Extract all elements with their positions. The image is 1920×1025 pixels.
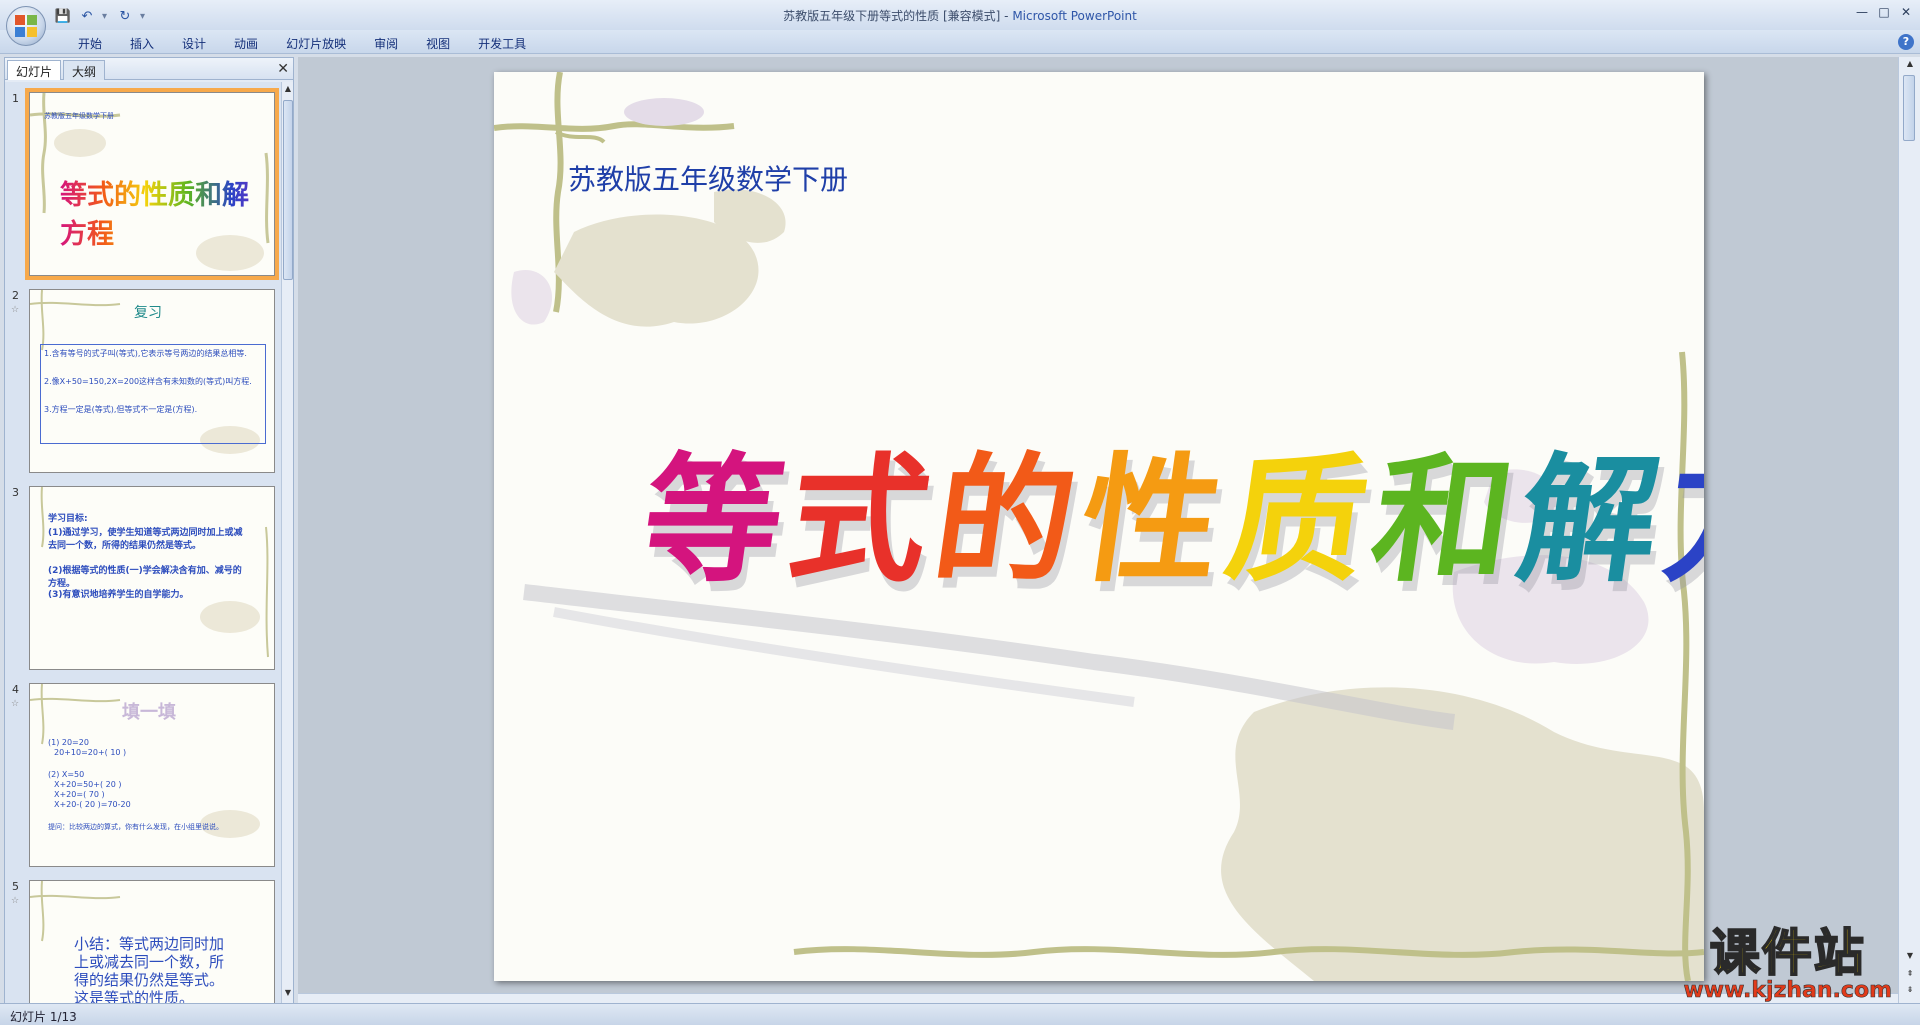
scroll-up-icon[interactable]: ▲ bbox=[282, 84, 294, 98]
slide-thumbnail-4[interactable]: 填一填 (1) 20=20 20+10=20+( 10 ) (2) X=50 X… bbox=[29, 683, 275, 867]
watermark-logo-text: 课件站 bbox=[1709, 924, 1866, 982]
window-title: 苏教版五年级下册等式的性质 [兼容模式] - Microsoft PowerPo… bbox=[0, 7, 1920, 24]
thumb-line: X+20=50+( 20 ) bbox=[54, 780, 122, 789]
thumb-title: 复习 bbox=[134, 305, 162, 321]
app-name: Microsoft PowerPoint bbox=[1012, 9, 1137, 23]
slide-number: 4 bbox=[12, 683, 19, 696]
office-button[interactable] bbox=[6, 6, 46, 46]
thumb-line: X+20-( 20 )=70-20 bbox=[54, 800, 131, 809]
slide-thumbnail-2[interactable]: 复习 1.含有等号的式子叫(等式),它表示等号两边的结果总相等. 2.像X+50… bbox=[29, 289, 275, 473]
tab-slides[interactable]: 幻灯片 bbox=[7, 60, 62, 80]
close-button[interactable]: ✕ bbox=[1898, 4, 1914, 20]
thumb-line: X+20=( 70 ) bbox=[54, 790, 105, 799]
thumb-subtitle: 苏教版五年级数学下册 bbox=[44, 112, 114, 120]
thumbnail-scrollbar[interactable]: ▲ ▼ bbox=[281, 82, 293, 1004]
tab-outline[interactable]: 大纲 bbox=[63, 60, 106, 80]
watermark-url: www.kjzhan.com bbox=[1683, 978, 1892, 1004]
thumb-line: (2) X=50 bbox=[48, 770, 85, 779]
scrollbar-thumb[interactable] bbox=[283, 100, 293, 280]
animation-star-icon: ☆ bbox=[11, 896, 20, 906]
title-char: 的 bbox=[924, 440, 1086, 601]
slide-subtitle[interactable]: 苏教版五年级数学下册 bbox=[568, 158, 848, 198]
thumb-line: 提问：比较两边的算式，你有什么发现，在小组里说说。 bbox=[48, 823, 223, 831]
animation-star-icon: ☆ bbox=[11, 305, 20, 315]
slide-number: 3 bbox=[12, 486, 19, 499]
minimize-button[interactable]: — bbox=[1854, 4, 1870, 20]
scroll-down-icon[interactable]: ▼ bbox=[282, 988, 294, 1002]
window-controls: — □ ✕ bbox=[1854, 4, 1914, 20]
title-separator: - bbox=[1000, 9, 1013, 23]
close-pane-icon[interactable]: ✕ bbox=[277, 61, 289, 77]
thumb-line: 20+10=20+( 10 ) bbox=[54, 748, 127, 757]
site-watermark: 课件站 www.kjzhan.com bbox=[1683, 924, 1892, 1004]
help-icon[interactable]: ? bbox=[1898, 34, 1914, 50]
slide-thumbnail-1[interactable]: 苏教版五年级数学下册 等式的性质和解方程 bbox=[25, 88, 279, 280]
maximize-button[interactable]: □ bbox=[1876, 4, 1892, 20]
scrollbar-thumb[interactable] bbox=[1903, 75, 1915, 141]
title-char: 性 bbox=[1070, 440, 1232, 601]
thumbnail-list: 1 苏教版五年级数学下册 等式的性质和解方程 2 ☆ 复习 1.含有等号的式子叫… bbox=[5, 82, 281, 1004]
thumb-line: (3)有意识地培养学生的自学能力。 bbox=[48, 590, 189, 600]
current-slide[interactable]: 苏教版五年级数学下册 等 式 的 性 质 和 解 方 程 bbox=[494, 72, 1704, 981]
pane-tabs: 幻灯片 大纲 ✕ bbox=[5, 58, 293, 80]
title-char: 和 bbox=[1362, 440, 1524, 601]
status-bar: 幻灯片 1/13 bbox=[0, 1003, 1920, 1025]
scroll-down-icon[interactable]: ▼ bbox=[1904, 951, 1916, 965]
thumb-line: (1)通过学习，使学生知道等式两边同时加上或减去同一个数，所得的结果仍然是等式。 bbox=[48, 528, 243, 551]
thumb-line: 1.含有等号的式子叫(等式),它表示等号两边的结果总相等. bbox=[44, 349, 247, 358]
tab-slideshow[interactable]: 幻灯片放映 bbox=[272, 33, 360, 55]
previous-slide-icon[interactable]: ⇞ bbox=[1904, 969, 1916, 983]
thumb-textbox bbox=[40, 344, 266, 444]
slide-number: 5 bbox=[12, 880, 19, 893]
title-char: 等 bbox=[632, 440, 794, 601]
slide-counter: 幻灯片 1/13 bbox=[10, 1010, 77, 1024]
slide-editor: 苏教版五年级数学下册 等 式 的 性 质 和 解 方 程 bbox=[298, 57, 1898, 1005]
office-logo-icon bbox=[15, 15, 37, 37]
thumb-line: 2.像X+50=150,2X=200这样含有未知数的(等式)叫方程. bbox=[44, 377, 252, 386]
title-char: 式 bbox=[778, 440, 940, 601]
tab-home[interactable]: 开始 bbox=[64, 33, 116, 55]
thumb-line: (1) 20=20 bbox=[48, 738, 89, 747]
slide-number: 1 bbox=[12, 92, 19, 105]
slide-title[interactable]: 等 式 的 性 质 和 解 方 程 bbox=[633, 440, 1704, 601]
tab-animations[interactable]: 动画 bbox=[220, 33, 272, 55]
slide-thumbnail-3[interactable]: 学习目标: (1)通过学习，使学生知道等式两边同时加上或减去同一个数，所得的结果… bbox=[29, 486, 275, 670]
editor-scrollbar[interactable]: ▲ ▼ ⇞ ⇟ bbox=[1898, 57, 1920, 1005]
ribbon-tabs: 开始 插入 设计 动画 幻灯片放映 审阅 视图 开发工具 ? bbox=[0, 30, 1920, 54]
thumb-line: (2)根据等式的性质(一)学会解决含有加、减号的方程。 bbox=[48, 566, 242, 589]
thumb-line: 这是等式的性质。 bbox=[74, 989, 195, 1004]
tab-developer[interactable]: 开发工具 bbox=[464, 33, 540, 55]
title-char: 解 bbox=[1508, 440, 1670, 601]
tab-insert[interactable]: 插入 bbox=[116, 33, 168, 55]
tab-review[interactable]: 审阅 bbox=[360, 33, 412, 55]
thumb-title: 等式的性质和解方程 bbox=[60, 173, 274, 251]
next-slide-icon[interactable]: ⇟ bbox=[1904, 985, 1916, 999]
thumb-line: 学习目标: bbox=[48, 514, 88, 524]
thumb-line: 3.方程一定是(等式),但等式不一定是(方程). bbox=[44, 405, 198, 414]
slide-thumbnail-5[interactable]: 小结：等式两边同时加 上或减去同一个数，所 得的结果仍然是等式。 这是等式的性质… bbox=[29, 880, 275, 1004]
slides-pane: 幻灯片 大纲 ✕ 1 苏教版五年级数学下册 等式的性质和解方程 2 ☆ 复习 1… bbox=[4, 57, 294, 1005]
tab-view[interactable]: 视图 bbox=[412, 33, 464, 55]
document-title: 苏教版五年级下册等式的性质 [兼容模式] bbox=[783, 9, 1001, 23]
slide-number: 2 bbox=[12, 289, 19, 302]
thumb-title: 填一填 bbox=[122, 702, 176, 723]
animation-star-icon: ☆ bbox=[11, 699, 20, 709]
tab-design[interactable]: 设计 bbox=[168, 33, 220, 55]
scroll-up-icon[interactable]: ▲ bbox=[1904, 59, 1916, 73]
title-bar: 💾 ↶ ▾ ↻ ▾ 苏教版五年级下册等式的性质 [兼容模式] - Microso… bbox=[0, 0, 1920, 30]
title-char: 质 bbox=[1216, 440, 1378, 601]
